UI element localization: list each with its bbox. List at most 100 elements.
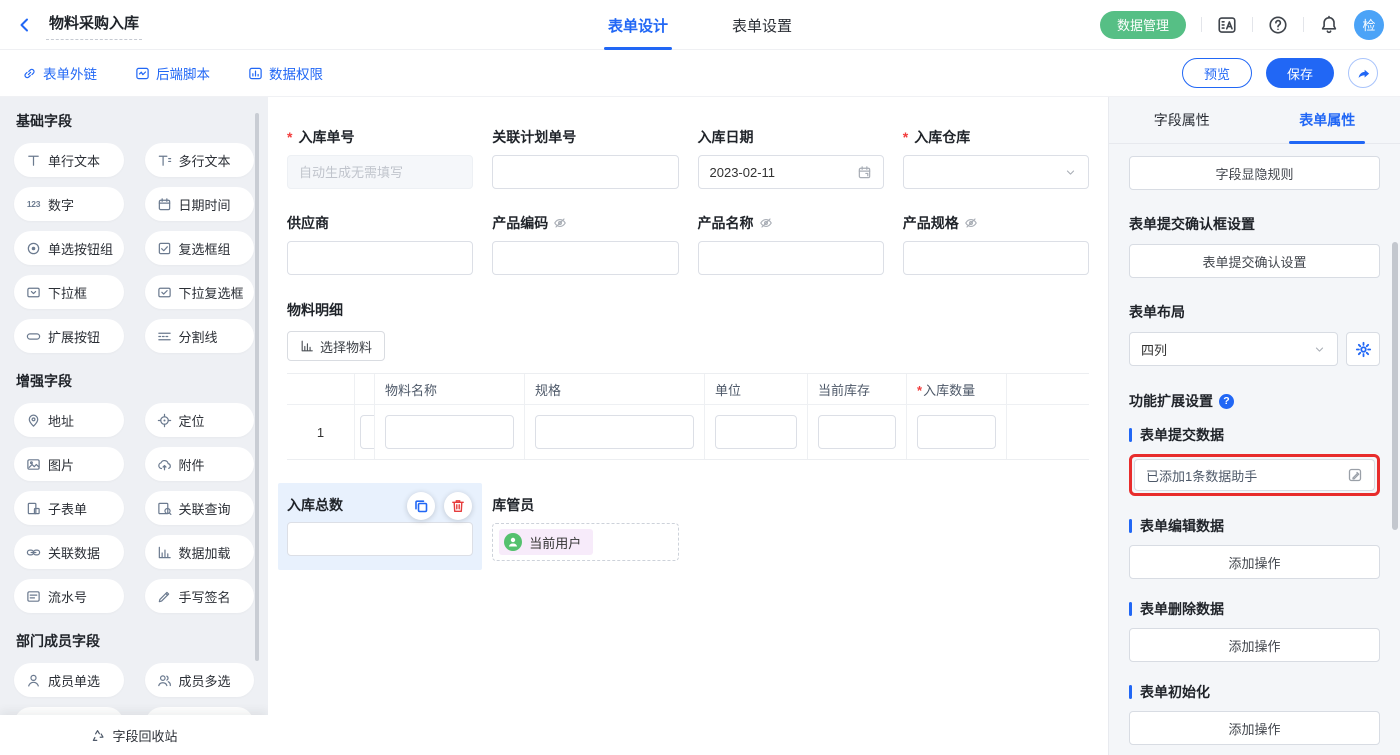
translate-icon[interactable]: [1217, 15, 1237, 35]
copy-field-button[interactable]: [407, 492, 435, 520]
sidebar-item-signature[interactable]: 手写签名: [145, 579, 255, 613]
field-product-code[interactable]: 产品编码: [492, 213, 678, 275]
data-permission-link[interactable]: 数据权限: [248, 63, 323, 83]
material-detail-section[interactable]: 物料明细 选择物料 物料名称 规格 单位 当前库存 入库数量: [287, 300, 1089, 460]
sidebar-item-number[interactable]: 数字: [14, 187, 124, 221]
form-external-link[interactable]: 表单外链: [22, 63, 97, 83]
sidebar-scrollbar[interactable]: [255, 113, 259, 661]
product-spec-input[interactable]: [903, 241, 1089, 275]
sidebar-item-extend-button[interactable]: 扩展按钮: [14, 319, 124, 353]
field-inbound-no[interactable]: 入库单号: [287, 127, 473, 189]
publish-share-button[interactable]: [1348, 58, 1378, 88]
sidebar-item-related-query[interactable]: 关联查询: [145, 491, 255, 525]
sidebar-item-datetime[interactable]: 日期时间: [145, 187, 255, 221]
back-button[interactable]: [16, 16, 34, 34]
top-tabs: 表单设计 表单设置: [608, 0, 792, 50]
warehouse-select[interactable]: [903, 155, 1089, 189]
add-action-button-init[interactable]: 添加操作: [1129, 711, 1380, 745]
inbound-qty-input[interactable]: [917, 415, 996, 449]
field-product-spec[interactable]: 产品规格: [903, 213, 1089, 275]
eye-off-icon: [553, 216, 567, 230]
field-recycle-bin[interactable]: 字段回收站: [0, 715, 268, 755]
form-row-2: 供应商 产品编码 产品名称 产品规格: [287, 213, 1089, 275]
preview-button[interactable]: 预览: [1182, 58, 1252, 88]
total-input[interactable]: [287, 522, 473, 556]
help-icon[interactable]: [1268, 15, 1288, 35]
sidebar-item-divider[interactable]: 分割线: [145, 319, 255, 353]
field-product-name[interactable]: 产品名称: [698, 213, 884, 275]
tab-form-settings[interactable]: 表单设置: [732, 0, 792, 50]
sidebar-item-multi-select[interactable]: 下拉复选框: [145, 275, 255, 309]
section-title-enhanced: 增强字段: [16, 371, 252, 391]
sidebar-item-related-data[interactable]: 关联数据: [14, 535, 124, 569]
notification-bell-icon[interactable]: [1319, 15, 1339, 35]
plan-no-input[interactable]: [492, 155, 678, 189]
delete-field-button[interactable]: [444, 492, 472, 520]
sidebar-item-single-line-text[interactable]: 单行文本: [14, 143, 124, 177]
field-visibility-rule-button[interactable]: 字段显隐规则: [1129, 156, 1380, 190]
field-keeper[interactable]: 库管员 当前用户: [492, 483, 678, 561]
copy-icon: [413, 498, 429, 514]
sidebar-item-subform[interactable]: 子表单: [14, 491, 124, 525]
material-name-input[interactable]: [385, 415, 514, 449]
data-assistant-button[interactable]: 已添加1条数据助手: [1134, 459, 1375, 491]
user-avatar-icon: [504, 533, 522, 551]
layout-settings-button[interactable]: [1346, 332, 1380, 366]
share-arrow-icon: [1356, 66, 1371, 81]
sidebar-item-multi-line-text[interactable]: 多行文本: [145, 143, 255, 177]
add-action-button-delete[interactable]: 添加操作: [1129, 628, 1380, 662]
hidden-cell-input[interactable]: [360, 415, 375, 449]
sidebar-item-radio-group[interactable]: 单选按钮组: [14, 231, 124, 265]
page-title[interactable]: 物料采购入库: [46, 10, 142, 40]
panel-scrollbar[interactable]: [1392, 242, 1398, 530]
chart-icon: [300, 339, 314, 353]
current-user-tag[interactable]: 当前用户: [499, 529, 593, 555]
product-code-input[interactable]: [492, 241, 678, 275]
product-name-input[interactable]: [698, 241, 884, 275]
spec-input[interactable]: [535, 415, 694, 449]
locate-icon: [157, 413, 172, 428]
data-manage-button[interactable]: 数据管理: [1100, 11, 1186, 39]
supplier-input[interactable]: [287, 241, 473, 275]
inbound-no-input[interactable]: [287, 155, 473, 189]
keeper-user-picker[interactable]: 当前用户: [492, 523, 678, 561]
image-icon: [26, 457, 41, 472]
tab-form-design[interactable]: 表单设计: [608, 0, 668, 50]
hidden-cell: [355, 405, 375, 459]
user-avatar[interactable]: 检: [1354, 10, 1384, 40]
field-supplier[interactable]: 供应商: [287, 213, 473, 275]
sidebar-item-checkbox-group[interactable]: 复选框组: [145, 231, 255, 265]
select-material-button[interactable]: 选择物料: [287, 331, 385, 361]
chevron-down-icon: [1313, 343, 1326, 356]
field-warehouse[interactable]: 入库仓库: [903, 127, 1089, 189]
current-stock-input[interactable]: [818, 415, 896, 449]
sidebar-item-select[interactable]: 下拉框: [14, 275, 124, 309]
tab-field-properties[interactable]: 字段属性: [1109, 97, 1255, 143]
material-table-header: 物料名称 规格 单位 当前库存 入库数量: [287, 374, 1089, 405]
help-question-icon[interactable]: [1219, 394, 1234, 409]
submit-confirm-button[interactable]: 表单提交确认设置: [1129, 244, 1380, 278]
layout-select[interactable]: 四列: [1129, 332, 1338, 366]
field-inbound-date[interactable]: 入库日期 2023-02-11: [698, 127, 884, 189]
serial-number-icon: [26, 589, 41, 604]
sidebar-item-attachment[interactable]: 附件: [145, 447, 255, 481]
field-total-selected[interactable]: 入库总数: [278, 483, 482, 570]
tab-form-properties[interactable]: 表单属性: [1255, 97, 1400, 143]
backend-script-link[interactable]: 后端脚本: [135, 63, 210, 83]
top-right-actions: 数据管理 检: [1100, 10, 1384, 40]
edit-pencil-icon[interactable]: [1347, 467, 1363, 483]
inbound-date-input[interactable]: 2023-02-11: [698, 155, 884, 189]
field-plan-no[interactable]: 关联计划单号: [492, 127, 678, 189]
sidebar-item-data-load[interactable]: 数据加载: [145, 535, 255, 569]
sidebar-item-member-single[interactable]: 成员单选: [14, 663, 124, 697]
sidebar-item-image[interactable]: 图片: [14, 447, 124, 481]
sidebar-item-address[interactable]: 地址: [14, 403, 124, 437]
sidebar-item-member-multi[interactable]: 成员多选: [145, 663, 255, 697]
add-action-button-edit[interactable]: 添加操作: [1129, 545, 1380, 579]
basic-fields-grid: 单行文本 多行文本 数字 日期时间 单选按钮组 复选框组: [14, 143, 254, 353]
unit-input[interactable]: [715, 415, 797, 449]
sidebar-item-serial-number[interactable]: 流水号: [14, 579, 124, 613]
select-icon: [26, 285, 41, 300]
save-button[interactable]: 保存: [1266, 58, 1334, 88]
sidebar-item-locate[interactable]: 定位: [145, 403, 255, 437]
